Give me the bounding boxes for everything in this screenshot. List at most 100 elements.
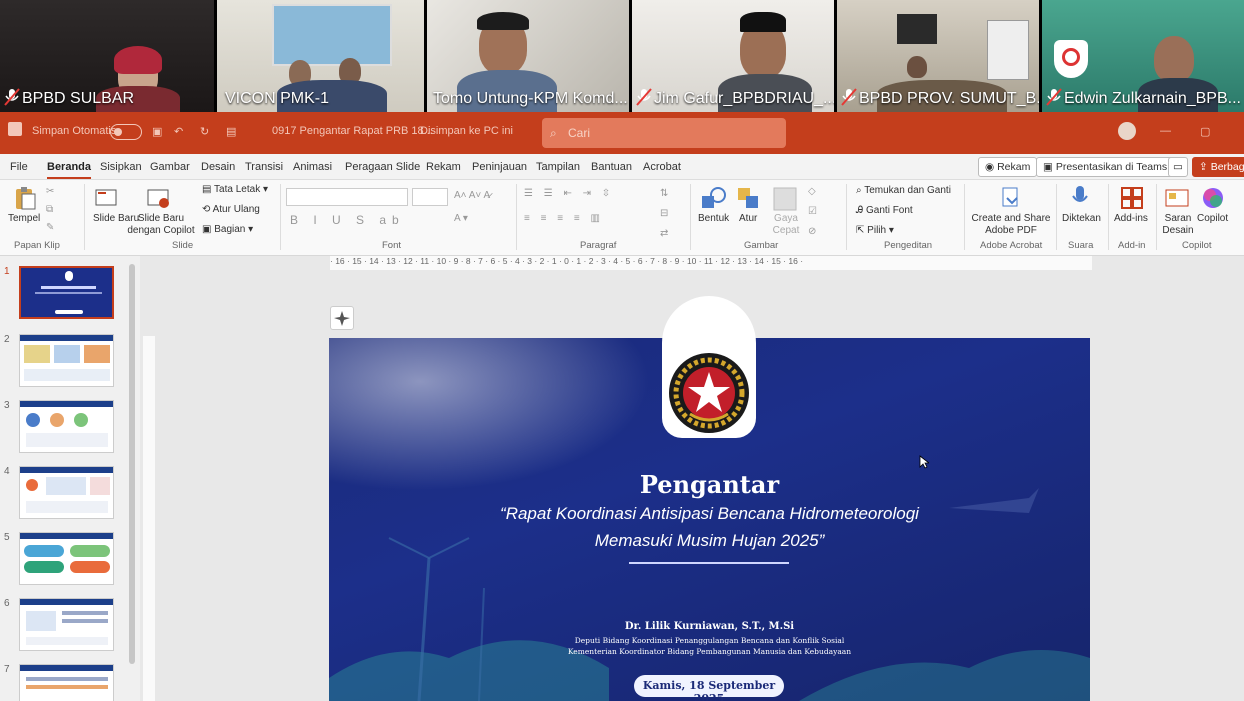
search-box[interactable]: ⌕ Cari	[542, 118, 786, 148]
thumbnail-slide-4[interactable]	[19, 466, 114, 519]
vertical-ruler	[143, 336, 155, 701]
tab-animasi[interactable]: Animasi	[293, 161, 332, 173]
paste-label[interactable]: Tempel	[8, 213, 40, 224]
dictate-label[interactable]: Diktekan	[1062, 213, 1101, 224]
section-label: Bagian	[214, 224, 246, 235]
new-slide-copilot-icon[interactable]	[146, 186, 170, 210]
copilot-icon[interactable]	[1201, 186, 1225, 210]
replace-font-label: Ganti Font	[866, 205, 913, 216]
tab-desain[interactable]: Desain	[201, 161, 235, 173]
share-label: Berbagi	[1210, 161, 1244, 173]
adobe-pdf-label[interactable]: Create and Share Adobe PDF	[968, 213, 1054, 237]
present-teams-label: Presentasikan di Teams	[1055, 161, 1168, 173]
quick-styles-label[interactable]: Gaya Cepat	[769, 213, 803, 237]
addins-icon[interactable]	[1120, 186, 1144, 210]
shape-outline-icon[interactable]: ☑	[808, 206, 817, 217]
arrange-icon[interactable]	[736, 186, 762, 212]
shapes-label[interactable]: Bentuk	[698, 213, 729, 224]
arrange-label[interactable]: Atur	[739, 213, 757, 224]
share-button[interactable]: ⇪ Berbagi	[1192, 157, 1244, 177]
rekam-button[interactable]: ◉ Rekam	[978, 157, 1038, 177]
thumbnail-slide-7[interactable]	[19, 664, 114, 701]
maximize-icon[interactable]: ▢	[1200, 125, 1210, 138]
font-color-icon[interactable]: A ▾	[454, 213, 468, 224]
participant-name: Tomo Untung-KPM Komd...	[433, 90, 628, 107]
designer-icon[interactable]	[1164, 186, 1190, 210]
save-icon[interactable]: ▣	[152, 125, 162, 138]
thumbnail-slide-3[interactable]	[19, 400, 114, 453]
section-button[interactable]: ▣ Bagian ▾	[202, 224, 253, 235]
participant-tile[interactable]: Tomo Untung-KPM Komd...	[427, 0, 629, 112]
grow-font-icon[interactable]: A˄ A˅ A̷	[454, 190, 490, 201]
slide-date: Kamis, 18 September 2025	[634, 675, 784, 701]
group-slide: Slide	[172, 240, 194, 251]
tab-tampilan[interactable]: Tampilan	[536, 161, 580, 173]
tab-peragaan-slide[interactable]: Peragaan Slide	[345, 161, 420, 173]
tab-peninjauan[interactable]: Peninjauan	[472, 161, 527, 173]
align-text-icon[interactable]: ⊟	[660, 208, 668, 219]
cut-icon[interactable]: ✂	[46, 186, 54, 197]
font-format-icons[interactable]: B I U S ab	[290, 213, 405, 227]
save-state[interactable]: Disimpan ke PC ini	[420, 125, 513, 137]
adobe-pdf-icon[interactable]	[1000, 186, 1022, 208]
tab-bantuan[interactable]: Bantuan	[591, 161, 632, 173]
slide-quote-line-1: “Rapat Koordinasi Antisipasi Bencana Hid…	[500, 504, 919, 523]
presenter-role-1: Deputi Bidang Koordinasi Penanggulangan …	[574, 636, 845, 645]
participant-tile[interactable]: BPBD PROV. SUMUT_B...	[837, 0, 1039, 112]
participant-tile[interactable]: Edwin Zulkarnain_BPB...	[1042, 0, 1244, 112]
thumbnail-slide-1[interactable]	[19, 266, 114, 319]
bullets-icon[interactable]: ☰ ☰ ⇤ ⇥ ⇳	[524, 188, 614, 199]
participant-tile[interactable]: BPBD SULBAR	[0, 0, 214, 112]
new-slide-copilot-label[interactable]: Slide Baru dengan Copilot	[126, 213, 196, 237]
tab-acrobat[interactable]: Acrobat	[643, 161, 681, 173]
select-button[interactable]: ⇱ Pilih ▾	[856, 225, 894, 236]
comments-icon[interactable]: ▭	[1168, 157, 1188, 177]
microphone-icon[interactable]	[1070, 184, 1090, 210]
font-family-select[interactable]	[286, 188, 408, 206]
present-icon[interactable]: ▤	[226, 125, 236, 138]
minimize-icon[interactable]: —	[1160, 125, 1171, 137]
text-direction-icon[interactable]: ⇅	[660, 188, 668, 199]
group-voice: Suara	[1068, 240, 1094, 251]
shape-fill-icon[interactable]: ◇	[808, 186, 816, 197]
avatar[interactable]	[1118, 122, 1136, 140]
tab-sisipkan[interactable]: Sisipkan	[100, 161, 142, 173]
tab-rekam[interactable]: Rekam	[426, 161, 461, 173]
quick-styles-icon[interactable]	[772, 186, 798, 212]
undo-icon[interactable]: ↶	[174, 125, 183, 138]
reset-button[interactable]: ⟲ Atur Ulang	[202, 204, 260, 215]
present-teams-button[interactable]: ▣ Presentasikan di Teams	[1036, 157, 1175, 177]
layout-button[interactable]: ▤ Tata Letak ▾	[202, 184, 268, 195]
replace-font-button[interactable]: Ꭿ Ganti Font	[856, 205, 913, 216]
tab-beranda[interactable]: Beranda	[47, 161, 92, 179]
tab-gambar[interactable]: Gambar	[150, 161, 190, 173]
tab-transisi[interactable]: Transisi	[245, 161, 283, 173]
new-slide-icon[interactable]	[94, 186, 118, 210]
find-replace-button[interactable]: ⌕ Temukan dan Ganti	[856, 185, 951, 196]
thumbnail-slide-5[interactable]	[19, 532, 114, 585]
autosave-toggle[interactable]	[110, 124, 142, 140]
participant-tile-active[interactable]: VICON PMK-1	[217, 0, 424, 112]
slide-thumbnails-pane: 1 2 3 4 5 6 7	[0, 256, 140, 701]
paste-icon[interactable]	[12, 186, 38, 212]
participant-name: Jim Gafur_BPBDRIAU_...	[654, 90, 834, 107]
shapes-icon[interactable]	[700, 186, 728, 212]
font-size-select[interactable]	[412, 188, 448, 206]
copy-icon[interactable]: ⧉	[46, 204, 53, 215]
format-painter-icon[interactable]: ✎	[46, 222, 54, 233]
shape-effects-icon[interactable]: ⊘	[808, 226, 816, 237]
thumbnail-slide-6[interactable]	[19, 598, 114, 651]
thumbnails-scrollbar[interactable]	[129, 264, 135, 664]
design-ideas-button[interactable]	[330, 306, 354, 330]
thumbnail-slide-2[interactable]	[19, 334, 114, 387]
addins-label[interactable]: Add-ins	[1114, 213, 1148, 224]
ribbon-tabs: File Beranda Sisipkan Gambar Desain Tran…	[0, 154, 1244, 180]
designer-label[interactable]: Saran Desain	[1160, 213, 1196, 237]
mic-muted-icon	[4, 88, 20, 106]
smartart-icon[interactable]: ⇄	[660, 228, 668, 239]
participant-tile[interactable]: Jim Gafur_BPBDRIAU_...	[632, 0, 834, 112]
align-icons[interactable]: ≡ ≡ ≡ ≡ ▥	[524, 213, 604, 224]
tab-file[interactable]: File	[10, 161, 28, 173]
copilot-label[interactable]: Copilot	[1197, 213, 1228, 224]
redo-icon[interactable]: ↻	[200, 125, 209, 138]
